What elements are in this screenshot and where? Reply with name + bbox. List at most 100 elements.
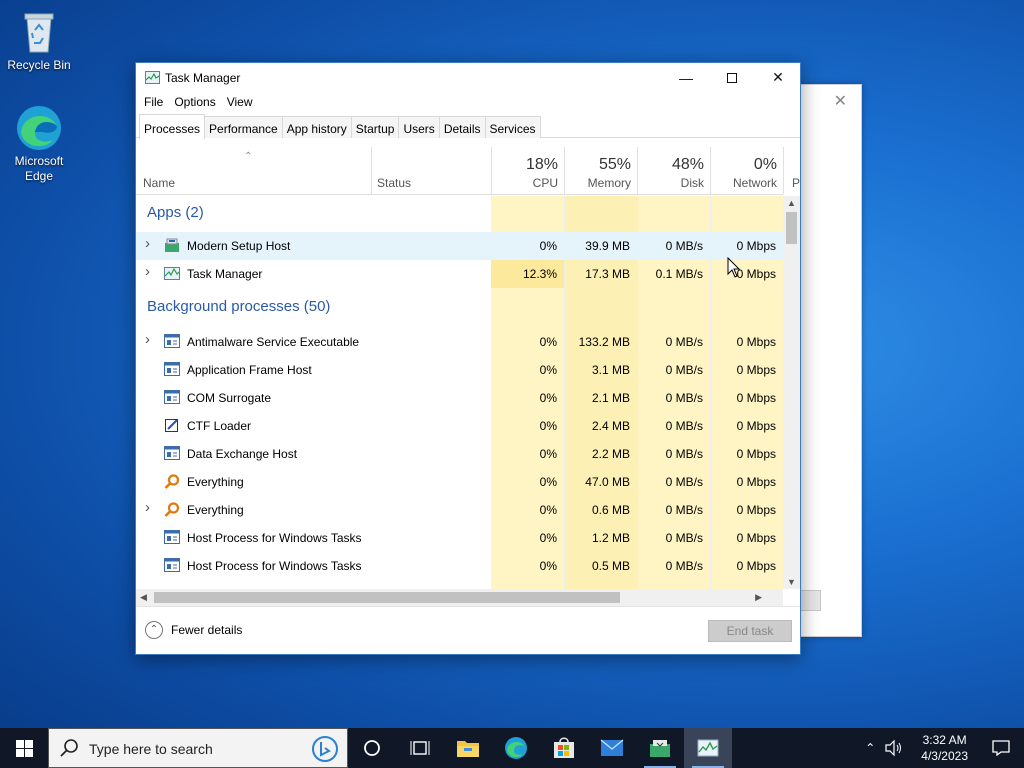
tab-strip: Processes Performance App history Startu… bbox=[136, 113, 800, 139]
process-row[interactable]: Application Frame Host 0% 3.1 MB 0 MB/s 0 Mb… bbox=[136, 356, 783, 384]
task-manager-window: Task Manager — ✕ File Options View Proce… bbox=[135, 62, 801, 655]
process-row[interactable]: Everything 0% 47.0 MB 0 MB/s 0 Mbps bbox=[136, 468, 783, 496]
volume-icon[interactable] bbox=[885, 740, 903, 756]
task-manager-taskbar-button[interactable] bbox=[684, 728, 732, 768]
process-row[interactable]: › Task Manager 12.3% 17.3 MB 0.1 MB/s 0 Mbps bbox=[136, 260, 783, 288]
chevron-up-icon: ⌃ bbox=[145, 621, 163, 639]
bing-icon[interactable] bbox=[311, 735, 339, 763]
tab-processes[interactable]: Processes bbox=[139, 114, 206, 139]
scroll-left-icon[interactable]: ◀ bbox=[140, 592, 147, 603]
close-icon[interactable]: ✕ bbox=[834, 91, 847, 111]
vertical-scrollbar[interactable]: ▲ ▼ bbox=[783, 196, 800, 589]
column-power[interactable]: P bbox=[783, 147, 800, 194]
tab-details[interactable]: Details bbox=[438, 116, 486, 138]
disk-percent: 48% bbox=[671, 156, 704, 173]
memory-label: Memory bbox=[587, 176, 631, 190]
tab-app-history[interactable]: App history bbox=[281, 116, 352, 138]
process-cpu: 12.3% bbox=[522, 267, 557, 281]
process-row[interactable]: CTF Loader 0% 2.4 MB 0 MB/s 0 Mbps bbox=[136, 412, 783, 440]
column-network[interactable]: 0% Network bbox=[710, 147, 783, 194]
column-cpu[interactable]: 18% CPU bbox=[491, 147, 564, 194]
chevron-right-icon[interactable]: › bbox=[145, 235, 150, 252]
network-label: Network bbox=[732, 176, 777, 190]
horizontal-scrollbar[interactable]: ◀ ▶ bbox=[136, 589, 783, 606]
desktop-icon-recycle-bin[interactable]: Recycle Bin bbox=[1, 8, 77, 73]
fewer-details-button[interactable]: ⌃ Fewer details bbox=[145, 621, 242, 639]
setup-taskbar-button[interactable] bbox=[636, 728, 684, 768]
service-icon bbox=[164, 558, 180, 572]
scroll-up-icon[interactable]: ▲ bbox=[787, 198, 796, 208]
maximize-button[interactable] bbox=[709, 63, 755, 92]
tab-services[interactable]: Services bbox=[484, 116, 541, 138]
clock[interactable]: 3:32 AM 4/3/2023 bbox=[911, 732, 978, 764]
column-memory[interactable]: 55% Memory bbox=[564, 147, 637, 194]
search-placeholder: Type here to search bbox=[89, 741, 213, 757]
chevron-right-icon[interactable]: › bbox=[145, 263, 150, 280]
scroll-down-icon[interactable]: ▼ bbox=[787, 577, 796, 587]
column-name[interactable]: ⌃ Name bbox=[136, 147, 371, 194]
everything-icon bbox=[164, 502, 180, 517]
start-button[interactable] bbox=[0, 728, 48, 768]
minimize-button[interactable]: — bbox=[663, 63, 709, 92]
process-disk: 0 MB/s bbox=[665, 419, 703, 433]
menu-file[interactable]: File bbox=[144, 92, 170, 113]
search-box[interactable]: Type here to search bbox=[48, 728, 348, 768]
notification-button[interactable] bbox=[978, 728, 1024, 768]
store-button[interactable] bbox=[540, 728, 588, 768]
group-header: Apps (2) bbox=[147, 204, 204, 221]
title-bar[interactable]: Task Manager — ✕ bbox=[136, 63, 800, 92]
process-cpu: 0% bbox=[539, 559, 557, 573]
tab-users[interactable]: Users bbox=[398, 116, 440, 138]
chevron-up-icon[interactable]: ⌃ bbox=[859, 741, 881, 755]
process-list: Apps (2) › Modern Setup Host 0% 39.9 MB 0 MB/… bbox=[136, 196, 783, 589]
memory-percent: 55% bbox=[598, 156, 631, 173]
chevron-right-icon[interactable]: › bbox=[145, 499, 150, 516]
process-memory: 0.6 MB bbox=[591, 503, 630, 517]
task-view-icon bbox=[410, 741, 430, 755]
desktop-icon-label: Microsoft Edge bbox=[14, 154, 64, 183]
process-row[interactable]: Host Process for Windows Tasks 0% 0.5 MB 0 … bbox=[136, 552, 783, 580]
scroll-right-icon[interactable]: ▶ bbox=[755, 592, 762, 603]
end-task-button[interactable]: End task bbox=[708, 620, 792, 642]
process-cpu: 0% bbox=[539, 239, 557, 253]
process-row[interactable]: › Antimalware Service Executable 0% 133.2 M… bbox=[136, 328, 783, 356]
column-status-label: Status bbox=[377, 176, 412, 190]
menu-options[interactable]: Options bbox=[174, 92, 222, 113]
process-row[interactable]: › Modern Setup Host 0% 39.9 MB 0 MB/s 0 Mbps bbox=[136, 232, 783, 260]
service-icon bbox=[164, 446, 180, 460]
process-cpu: 0% bbox=[539, 335, 557, 349]
menu-view[interactable]: View bbox=[227, 92, 260, 113]
mail-icon bbox=[600, 739, 624, 756]
file-explorer-icon bbox=[457, 741, 479, 757]
window-title: Task Manager bbox=[165, 71, 241, 85]
process-network: 0 Mbps bbox=[736, 239, 776, 253]
file-explorer-button[interactable] bbox=[444, 728, 492, 768]
scroll-thumb[interactable] bbox=[154, 592, 620, 603]
process-memory: 3.1 MB bbox=[591, 363, 630, 377]
process-disk: 0 MB/s bbox=[665, 447, 703, 461]
desktop-icon-edge[interactable]: Microsoft Edge bbox=[1, 104, 77, 184]
process-cpu: 0% bbox=[539, 531, 557, 545]
tab-startup[interactable]: Startup bbox=[350, 116, 400, 138]
column-disk[interactable]: 48% Disk bbox=[637, 147, 710, 194]
process-row-partial bbox=[136, 580, 783, 589]
process-disk: 0 MB/s bbox=[665, 239, 703, 253]
close-button[interactable]: ✕ bbox=[755, 63, 801, 92]
column-name-label: Name bbox=[143, 176, 176, 190]
task-view-button[interactable] bbox=[396, 728, 444, 768]
edge-taskbar-button[interactable] bbox=[492, 728, 540, 768]
chevron-right-icon[interactable]: › bbox=[145, 331, 150, 348]
process-row[interactable]: Data Exchange Host 0% 2.2 MB 0 MB/s 0 Mbps bbox=[136, 440, 783, 468]
column-status[interactable]: Status bbox=[371, 147, 491, 194]
mail-button[interactable] bbox=[588, 728, 636, 768]
process-row[interactable]: COM Surrogate 0% 2.1 MB 0 MB/s 0 Mbps bbox=[136, 384, 783, 412]
process-row[interactable]: Host Process for Windows Tasks 0% 1.2 MB 0 … bbox=[136, 524, 783, 552]
clock-date: 4/3/2023 bbox=[921, 749, 968, 763]
process-row[interactable]: › Everything 0% 0.6 MB 0 MB/s 0 Mbps bbox=[136, 496, 783, 524]
tab-performance[interactable]: Performance bbox=[204, 116, 283, 138]
column-header: ⌃ Name Status 18% CPU 55% Memory 48% Dis… bbox=[136, 147, 800, 195]
cortana-button[interactable] bbox=[348, 728, 396, 768]
process-disk: 0 MB/s bbox=[665, 475, 703, 489]
group-header: Background processes (50) bbox=[147, 298, 331, 315]
scroll-thumb[interactable] bbox=[786, 212, 797, 244]
